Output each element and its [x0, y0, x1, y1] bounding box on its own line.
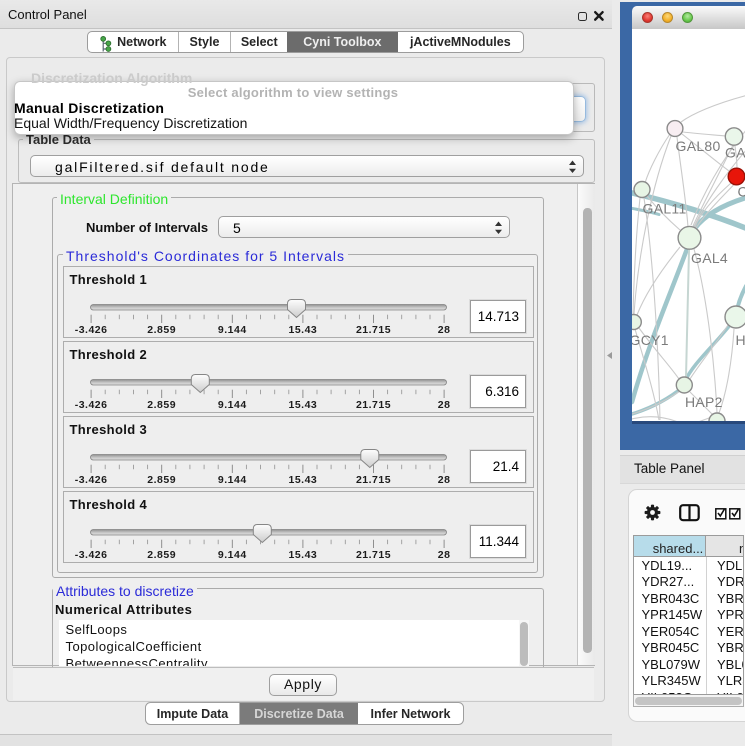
svg-text:-3.426: -3.426 — [74, 399, 107, 411]
svg-text:GA: GA — [725, 145, 745, 161]
svg-text:GAL80: GAL80 — [676, 138, 721, 154]
svg-text:15.43: 15.43 — [288, 399, 317, 411]
svg-text:21.715: 21.715 — [355, 324, 390, 336]
svg-text:28: 28 — [437, 324, 450, 336]
svg-text:28: 28 — [437, 474, 450, 486]
svg-text:2.859: 2.859 — [147, 324, 176, 336]
svg-text:28: 28 — [437, 399, 450, 411]
svg-text:21.715: 21.715 — [355, 474, 390, 486]
svg-text:HAP2: HAP2 — [685, 394, 723, 410]
svg-text:-3.426: -3.426 — [74, 474, 107, 486]
svg-text:-3.426: -3.426 — [74, 324, 107, 336]
svg-text:2.859: 2.859 — [147, 399, 176, 411]
svg-text:GAL4: GAL4 — [691, 250, 728, 266]
svg-text:GAL11: GAL11 — [643, 201, 687, 217]
svg-text:2.859: 2.859 — [147, 474, 176, 486]
svg-text:15.43: 15.43 — [288, 324, 317, 336]
svg-text:9.144: 9.144 — [217, 399, 246, 411]
svg-text:9.144: 9.144 — [217, 549, 246, 561]
svg-text:9.144: 9.144 — [217, 474, 246, 486]
svg-text:21.715: 21.715 — [355, 399, 390, 411]
svg-text:GCY1: GCY1 — [632, 332, 669, 348]
svg-text:C: C — [738, 184, 745, 200]
svg-text:28: 28 — [437, 549, 450, 561]
svg-text:2.859: 2.859 — [147, 549, 176, 561]
svg-text:-3.426: -3.426 — [74, 549, 107, 561]
svg-text:15.43: 15.43 — [288, 549, 317, 561]
svg-text:21.715: 21.715 — [355, 549, 390, 561]
svg-text:15.43: 15.43 — [288, 474, 317, 486]
svg-text:H: H — [736, 332, 745, 348]
svg-text:9.144: 9.144 — [217, 324, 246, 336]
